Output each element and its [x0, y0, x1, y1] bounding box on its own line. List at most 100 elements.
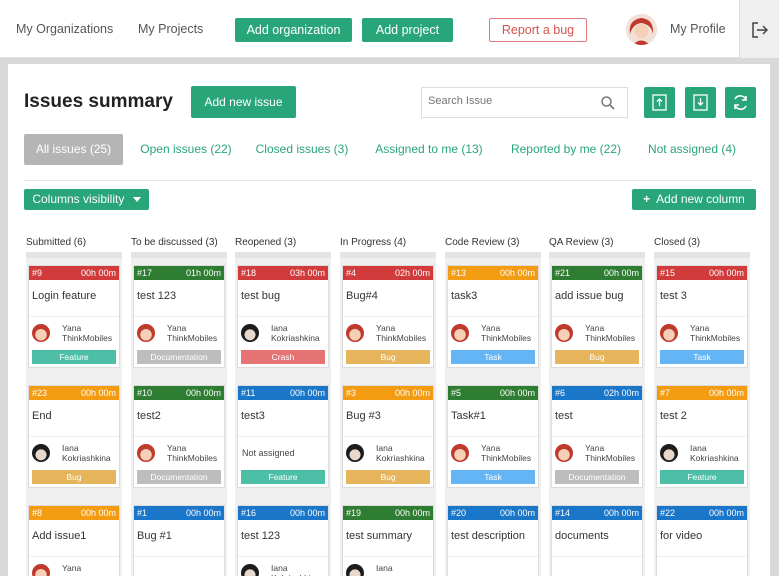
add-organization-button[interactable]: Add organization	[235, 18, 352, 42]
tab-all-issues[interactable]: All issues (25)	[24, 134, 123, 165]
assignee-name: IanaKokriashkina	[271, 323, 320, 343]
refresh-button[interactable]	[725, 87, 756, 118]
import-button[interactable]	[685, 87, 716, 118]
issue-title: test bug	[241, 290, 281, 302]
issue-title: add issue bug	[555, 290, 624, 302]
issue-type-tag: Bug	[32, 470, 116, 484]
assignee: Yana ThinkMobiles	[448, 317, 538, 350]
add-new-column-button[interactable]: + Add new column	[632, 189, 756, 210]
issue-id: #16	[241, 508, 257, 518]
issue-title: Bug#4	[346, 290, 378, 302]
issue-card[interactable]: #21 00h 00m add issue bug Yana ThinkMobiles B…	[551, 265, 643, 368]
refresh-icon	[734, 95, 747, 110]
card-header: #15 00h 00m	[657, 266, 747, 280]
assignee-avatar	[137, 324, 155, 342]
issue-card[interactable]: #7 00h 00m test 2 Iana Kokriashkina Feature	[656, 385, 748, 488]
issue-title: test 3	[660, 290, 687, 302]
nav-my-organizations[interactable]: My Organizations	[16, 22, 113, 36]
card-header: #22 00h 00m	[657, 506, 747, 520]
issue-card[interactable]: #6 02h 00m test Yana ThinkMobiles Documentati…	[551, 385, 643, 488]
assignee-second-line: ThinkMobiles	[481, 453, 532, 463]
issue-card[interactable]: #15 00h 00m test 3 Yana ThinkMobiles Task	[656, 265, 748, 368]
profile-avatar[interactable]	[626, 14, 657, 45]
assignee-name: IanaKokriashkina	[376, 443, 425, 463]
assignee: Yana ThinkMobiles	[29, 317, 119, 350]
columns-visibility-label: Columns visibility	[32, 192, 125, 206]
tab-open-issues[interactable]: Open issues (22)	[136, 134, 236, 165]
issue-title: test2	[137, 410, 161, 422]
issue-time: 00h 00m	[289, 388, 325, 398]
issue-type-tag: Bug	[346, 470, 430, 484]
assignee-name: Yana ThinkMobiles	[690, 323, 740, 343]
issue-card[interactable]: #17 01h 00m test 123 Yana ThinkMobiles Docume…	[133, 265, 225, 368]
issue-card[interactable]: #10 00h 00m test2 Yana ThinkMobiles Documenta…	[133, 385, 225, 488]
issue-card[interactable]: #19 00h 00m test summary Iana	[342, 505, 434, 576]
card-header: #4 02h 00m	[343, 266, 433, 280]
issue-card[interactable]: #8 00h 00m Add issue1 Yana	[28, 505, 120, 576]
issue-id: #14	[555, 508, 571, 518]
search-icon[interactable]	[601, 96, 615, 110]
issue-card[interactable]: #11 00h 00m test3 Not assigned Feature	[237, 385, 329, 488]
assignee: Yana ThinkMobiles	[657, 317, 747, 350]
export-button[interactable]	[644, 87, 675, 118]
assignee-first-line: Yana	[376, 323, 396, 333]
issue-card[interactable]: #23 00h 00m End Iana Kokriashkina Bug	[28, 385, 120, 488]
issue-card[interactable]: #16 00h 00m test 123 IanaKokriashkina	[237, 505, 329, 576]
assignee-avatar	[32, 564, 50, 576]
issue-time: 00h 00m	[603, 508, 639, 518]
add-project-button[interactable]: Add project	[362, 18, 453, 42]
assignee: IanaKokriashkina	[657, 437, 747, 470]
card-header: #17 01h 00m	[134, 266, 224, 280]
assignee-first-line: Iana	[690, 443, 707, 453]
issue-card[interactable]: #22 00h 00m for video	[656, 505, 748, 576]
issue-card[interactable]: #1 00h 00m Bug #1	[133, 505, 225, 576]
issue-time: 00h 00m	[394, 388, 430, 398]
nav-my-projects[interactable]: My Projects	[138, 22, 203, 36]
issue-time: 00h 00m	[708, 388, 744, 398]
tab-closed-issues[interactable]: Closed issues (3)	[254, 134, 350, 165]
issue-card[interactable]: #5 00h 00m Task#1 Yana ThinkMobiles Task	[447, 385, 539, 488]
issue-type-tag: Task	[451, 470, 535, 484]
issue-id: #5	[451, 388, 462, 398]
assignee	[448, 557, 538, 576]
assignee-first-line: Yana	[167, 443, 187, 453]
card-header: #18 03h 00m	[238, 266, 328, 280]
column-header: In Progress (4)	[340, 237, 407, 248]
issue-time: 00h 00m	[499, 268, 535, 278]
search-input[interactable]	[428, 95, 598, 107]
assignee-second-line: ThinkMobiles	[167, 333, 218, 343]
assignee-avatar	[555, 324, 573, 342]
assignee: IanaKokriashkina	[238, 317, 328, 350]
assignee-first-line: Yana	[585, 323, 605, 333]
issue-card[interactable]: #18 03h 00m test bug Iana Kokriashkina Crash	[237, 265, 329, 368]
assignee	[657, 557, 747, 576]
assignee-name: Iana	[376, 563, 393, 573]
issue-card[interactable]: #20 00h 00m test description	[447, 505, 539, 576]
issue-type-tag: Documentation	[137, 350, 221, 364]
assignee: Yana ThinkMobiles	[552, 437, 642, 470]
columns-visibility-dropdown[interactable]: Columns visibility	[24, 189, 149, 210]
card-header: #13 00h 00m	[448, 266, 538, 280]
assignee-second-line: ThinkMobiles	[62, 333, 113, 343]
logout-button[interactable]	[739, 0, 779, 58]
tab-not-assigned[interactable]: Not assigned (4)	[644, 134, 740, 165]
tab-reported-by-me[interactable]: Reported by me (22)	[508, 134, 624, 165]
issue-time: 00h 00m	[394, 508, 430, 518]
add-new-issue-button[interactable]: Add new issue	[191, 86, 296, 118]
assignee-name: Yana ThinkMobiles	[585, 443, 635, 463]
assignee-second-line: Kokriashkina	[690, 453, 739, 463]
issue-id: #1	[137, 508, 148, 518]
issue-time: 00h 00m	[80, 508, 116, 518]
assignee-first-line: Iana	[376, 563, 393, 573]
issue-card[interactable]: #13 00h 00m task3 Yana ThinkMobiles Task	[447, 265, 539, 368]
assignee: Iana	[343, 557, 433, 576]
download-icon	[693, 94, 708, 111]
report-bug-button[interactable]: Report a bug	[489, 18, 587, 42]
issue-card[interactable]: #4 02h 00m Bug#4 Yana ThinkMobiles Bug	[342, 265, 434, 368]
nav-my-profile[interactable]: My Profile	[670, 22, 726, 36]
issue-card[interactable]: #9 00h 00m Login feature Yana ThinkMobiles Fe…	[28, 265, 120, 368]
issue-card[interactable]: #14 00h 00m documents	[551, 505, 643, 576]
tab-assigned-to-me[interactable]: Assigned to me (13)	[372, 134, 486, 165]
assignee-second-line: ThinkMobiles	[585, 453, 636, 463]
issue-card[interactable]: #3 00h 00m Bug #3 Iana Kokriashkina Bug	[342, 385, 434, 488]
